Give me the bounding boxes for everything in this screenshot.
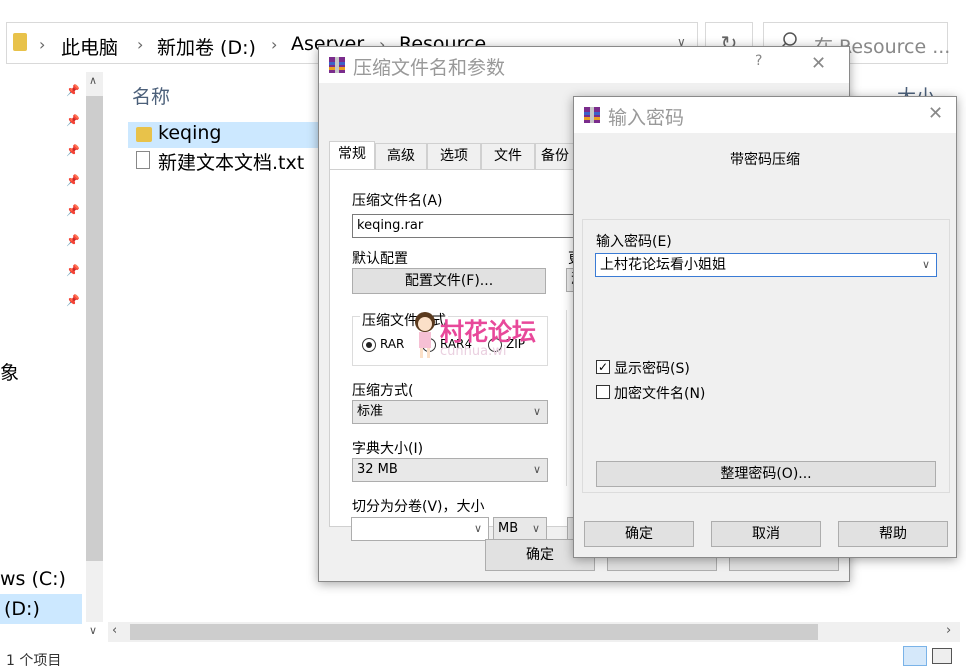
- dialog-titlebar: 压缩文件名和参数 ? ✕: [319, 47, 849, 83]
- folder-icon: [13, 33, 27, 51]
- dialog-title: 压缩文件名和参数: [353, 57, 506, 79]
- tab-general[interactable]: 常规: [329, 141, 375, 169]
- dictionary-combo[interactable]: 32 MB ∨: [352, 458, 548, 482]
- method-label: 压缩方式(: [352, 383, 414, 399]
- password-dialog: 输入密码 ✕ 带密码压缩 输入密码(E) 上村花论坛看小姐姐 ∨ ✓ 显示密码(…: [573, 96, 957, 558]
- format-rar-label[interactable]: RAR: [380, 337, 404, 351]
- format-rar-radio[interactable]: [362, 338, 376, 352]
- help-button[interactable]: 帮助: [838, 521, 948, 547]
- archive-name-field[interactable]: keqing.rar: [352, 214, 592, 238]
- column-header-name[interactable]: 名称: [132, 82, 170, 109]
- thumbnail-view-icon[interactable]: [932, 648, 952, 664]
- split-volume-label: 切分为分卷(V)，大小: [352, 499, 485, 515]
- pin-icon[interactable]: 📌: [66, 204, 80, 218]
- archive-name-label: 压缩文件名(A): [352, 193, 443, 209]
- close-icon[interactable]: ✕: [811, 53, 826, 74]
- password-value: 上村花论坛看小姐姐: [600, 257, 726, 273]
- file-row-txt[interactable]: 新建文本文档.txt: [128, 148, 318, 174]
- show-password-checkbox[interactable]: ✓: [596, 360, 610, 374]
- watermark: 村花论坛 cunhua.wi: [410, 310, 560, 362]
- folder-icon: [136, 127, 152, 142]
- chevron-down-icon: ∨: [532, 405, 541, 418]
- chevron-right-icon: ›: [271, 35, 278, 54]
- horizontal-scrollbar-thumb[interactable]: [130, 624, 818, 640]
- ok-button[interactable]: 确定: [584, 521, 694, 547]
- chevron-down-icon: ∨: [532, 463, 541, 476]
- chevron-right-icon: ›: [137, 35, 144, 54]
- text-file-icon: [136, 151, 150, 169]
- password-label: 输入密码(E): [596, 234, 672, 250]
- password-input[interactable]: 上村花论坛看小姐姐 ∨: [595, 253, 937, 277]
- method-combo[interactable]: 标准 ∨: [352, 400, 548, 424]
- pin-icon[interactable]: 📌: [66, 234, 80, 248]
- chevron-down-icon[interactable]: ∨: [922, 254, 930, 276]
- pin-icon[interactable]: 📌: [66, 144, 80, 158]
- chevron-right-icon[interactable]: ›: [946, 623, 951, 638]
- nav-scrollbar-thumb[interactable]: [86, 96, 103, 561]
- status-bar: [0, 644, 966, 668]
- details-view-icon[interactable]: [903, 646, 927, 666]
- tab-advanced[interactable]: 高级: [375, 143, 427, 169]
- dialog-title: 输入密码: [608, 107, 685, 129]
- split-size-combo[interactable]: ∨: [351, 517, 489, 541]
- pin-icon[interactable]: 📌: [66, 174, 80, 188]
- tab-files[interactable]: 文件: [481, 143, 535, 169]
- chevron-right-icon: ›: [39, 35, 46, 54]
- nav-item-drive-d[interactable]: (D:): [4, 598, 40, 620]
- dictionary-label: 字典大小(I): [352, 441, 424, 457]
- tab-backup[interactable]: 备份: [535, 143, 575, 169]
- chevron-down-icon[interactable]: ∨: [89, 624, 97, 637]
- winrar-icon: [329, 57, 345, 73]
- breadcrumb-this-pc[interactable]: 此电脑: [61, 33, 118, 60]
- breadcrumb-drive-d[interactable]: 新加卷 (D:): [157, 33, 256, 60]
- pin-icon[interactable]: 📌: [66, 84, 80, 98]
- show-password-label[interactable]: 显示密码(S): [614, 358, 690, 378]
- options-group-edge: [566, 310, 570, 486]
- encrypt-filenames-checkbox[interactable]: [596, 385, 610, 399]
- watermark-subtext: cunhua.wi: [440, 344, 507, 359]
- split-unit-value: MB: [498, 521, 519, 536]
- file-name: keqing: [158, 122, 222, 144]
- winrar-icon: [584, 107, 600, 123]
- watermark-text: 村花论坛: [440, 318, 536, 346]
- chevron-left-icon[interactable]: ‹: [112, 623, 117, 638]
- chevron-down-icon: ∨: [473, 522, 482, 535]
- file-name: 新建文本文档.txt: [158, 152, 305, 174]
- tab-options[interactable]: 选项: [427, 143, 481, 169]
- method-value: 标准: [357, 404, 384, 419]
- help-icon[interactable]: ?: [755, 53, 762, 69]
- encrypt-filenames-label[interactable]: 加密文件名(N): [614, 383, 705, 403]
- nav-item-fragment[interactable]: 象: [0, 358, 19, 385]
- chevron-up-icon[interactable]: ∧: [89, 74, 97, 87]
- file-row-keqing[interactable]: keqing: [128, 122, 318, 148]
- chevron-down-icon: ∨: [531, 522, 540, 535]
- watermark-girl-icon: [415, 312, 435, 358]
- pin-icon[interactable]: 📌: [66, 294, 80, 308]
- organize-passwords-button[interactable]: 整理密码(O)...: [596, 461, 936, 487]
- status-item-count: 1 个项目: [6, 653, 62, 668]
- cancel-button[interactable]: 取消: [711, 521, 821, 547]
- pin-icon[interactable]: 📌: [66, 114, 80, 128]
- profile-button[interactable]: 配置文件(F)...: [352, 268, 546, 294]
- pin-icon[interactable]: 📌: [66, 264, 80, 278]
- dialog-titlebar: 输入密码 ✕: [574, 97, 956, 133]
- nav-item-drive-c[interactable]: ws (C:): [0, 568, 66, 590]
- default-profile-label: 默认配置: [352, 251, 408, 267]
- close-icon[interactable]: ✕: [928, 103, 943, 124]
- dialog-heading: 带密码压缩: [730, 152, 800, 168]
- split-unit-combo[interactable]: MB ∨: [493, 517, 547, 541]
- dictionary-value: 32 MB: [357, 462, 398, 477]
